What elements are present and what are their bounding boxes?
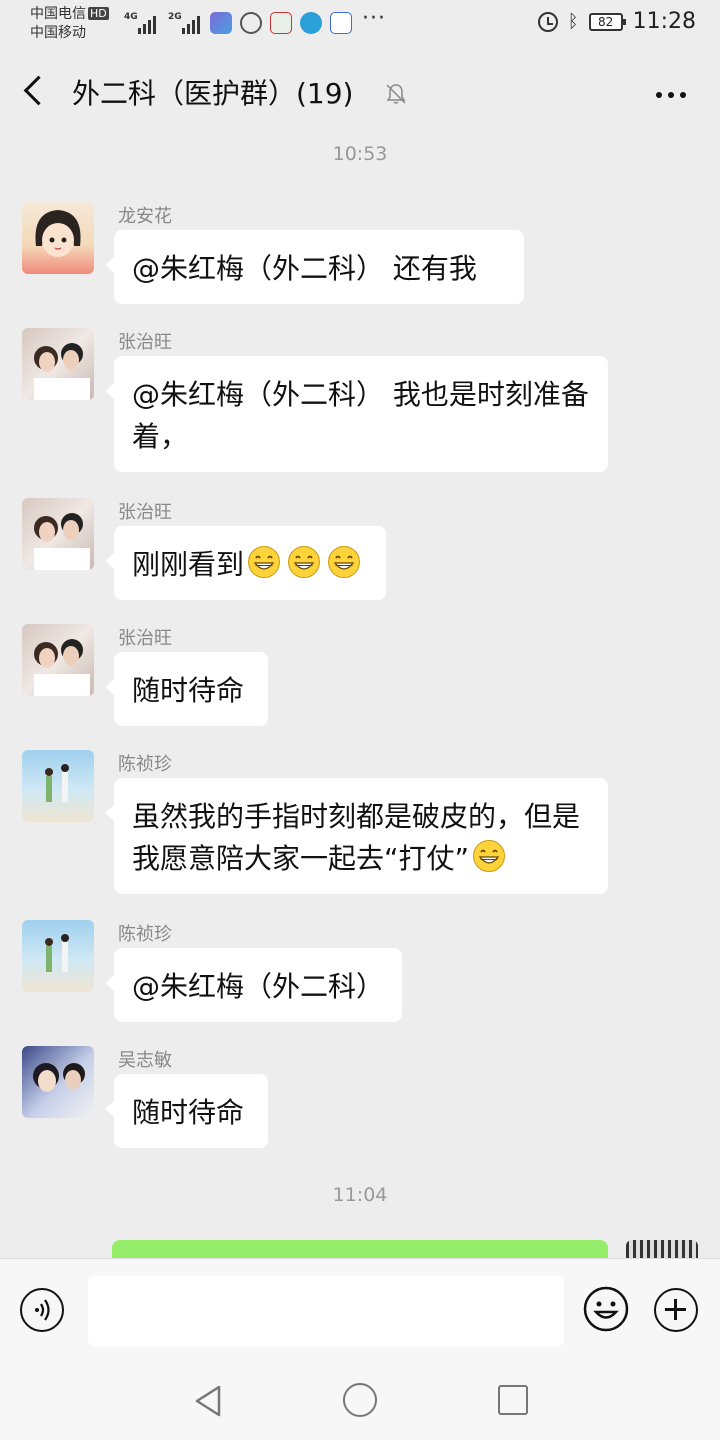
sender-name: 吴志敏	[118, 1050, 172, 1071]
message-input[interactable]	[88, 1276, 564, 1346]
browser-notification-icon	[240, 12, 262, 34]
message-bubble[interactable]: 虽然我的手指时刻都是破皮的，但是我愿意陪大家一起去“打仗”	[105, 778, 608, 894]
cartoon-girl-avatar[interactable]	[22, 202, 94, 274]
alarm-clock-icon	[537, 11, 558, 32]
grin-emoji-icon	[473, 840, 506, 872]
message-text: 刚刚看到	[132, 548, 245, 581]
network-2g-label: 2G	[168, 12, 182, 22]
status-bar: 中国电信 HD 中国移动 4G 2G ··· ᛒ 82 11:28	[0, 0, 720, 48]
more-notifications-icon: ···	[362, 6, 386, 31]
status-time: 11:28	[632, 9, 696, 34]
timestamp: 11:04	[332, 1184, 388, 1206]
couple-photo-avatar[interactable]	[22, 624, 94, 696]
message-bubble[interactable]: 随时待命	[105, 652, 268, 726]
sender-name: 龙安花	[118, 206, 172, 227]
nav-home-icon[interactable]	[343, 1383, 377, 1417]
chat-header: 外二科（医护群）(19)	[0, 48, 720, 134]
emoji-picker-icon[interactable]	[582, 1285, 630, 1333]
sender-name: 张治旺	[118, 502, 172, 523]
back-arrow-icon[interactable]	[23, 75, 54, 106]
beach-couple-avatar[interactable]	[22, 920, 94, 992]
carrier-info: 中国电信 HD 中国移动	[30, 5, 109, 43]
grin-emoji-icon	[328, 546, 361, 578]
couple-photo-avatar[interactable]	[22, 328, 94, 400]
carrier-2: 中国移动	[30, 25, 86, 41]
input-bar	[0, 1258, 720, 1361]
message-bubble[interactable]: @朱红梅（外二科） 我也是时刻准备着，	[105, 356, 608, 472]
message-text: 随时待命	[132, 1096, 245, 1129]
network-4g-label: 4G	[124, 12, 138, 22]
baidu-notification-icon	[330, 12, 352, 34]
more-actions-plus-icon[interactable]	[654, 1288, 698, 1332]
message-text: 随时待命	[132, 674, 245, 707]
selfie-avatar[interactable]	[22, 1046, 94, 1118]
nav-back-icon[interactable]	[193, 1384, 223, 1418]
message-text: 虽然我的手指时刻都是破皮的，但是我愿意陪大家一起去“打仗”	[132, 800, 581, 875]
beach-couple-avatar[interactable]	[22, 750, 94, 822]
signal-bars-2-icon	[182, 14, 200, 34]
message-text: @朱红梅（外二科） 还有我	[132, 252, 477, 285]
bluetooth-icon: ᛒ	[567, 11, 579, 32]
grin-emoji-icon	[288, 546, 321, 578]
couple-photo-avatar[interactable]	[22, 498, 94, 570]
hd-badge: HD	[88, 7, 109, 20]
mute-bell-icon	[386, 84, 406, 104]
message-bubble[interactable]: @朱红梅（外二科）	[105, 948, 402, 1022]
sender-name: 陈祯珍	[118, 754, 172, 775]
carrier-1: 中国电信	[30, 6, 86, 22]
news-notification-icon	[270, 12, 292, 34]
voice-input-icon[interactable]	[20, 1288, 64, 1332]
message-text: @朱红梅（外二科） 我也是时刻准备着，	[132, 378, 589, 453]
timestamp: 10:53	[332, 143, 388, 165]
sender-name: 张治旺	[118, 628, 172, 649]
signal-bars-icon	[138, 14, 156, 34]
grin-emoji-icon	[248, 546, 281, 578]
message-bubble[interactable]: 随时待命	[105, 1074, 268, 1148]
sender-name: 张治旺	[118, 332, 172, 353]
system-nav-bar	[0, 1360, 720, 1440]
battery-icon: 82	[588, 12, 626, 31]
message-text: @朱红梅（外二科）	[132, 970, 385, 1003]
nav-recents-icon[interactable]	[498, 1385, 528, 1415]
sender-name: 陈祯珍	[118, 924, 172, 945]
app-notification-icon	[210, 12, 232, 34]
globe-notification-icon	[300, 12, 322, 34]
more-options-icon[interactable]	[656, 92, 686, 98]
message-bubble[interactable]: @朱红梅（外二科） 还有我	[105, 230, 524, 304]
message-bubble[interactable]: 刚刚看到	[105, 526, 386, 600]
chat-title: 外二科（医护群）(19)	[72, 77, 354, 110]
